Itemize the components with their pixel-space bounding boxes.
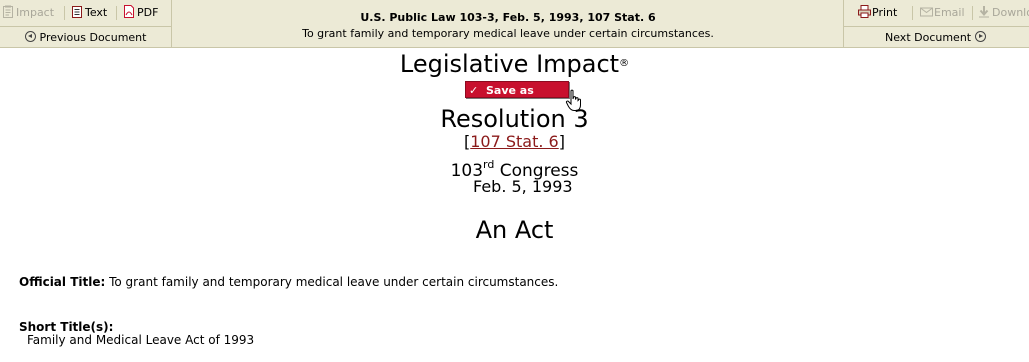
text-document-icon [71,5,83,18]
email-label: Email [934,6,965,19]
official-title: Official Title: To grant family and temp… [19,275,558,290]
download-icon [978,5,990,18]
previous-document-link[interactable]: Previous Document [25,31,146,45]
download-label: Downlo [992,6,1029,19]
print-button[interactable]: Print [858,5,897,21]
action-buttons-row: Print Email Downlo [844,0,1029,27]
toolbar-left-panel: Impact Text PDF Previous Document [0,0,172,48]
page-title-text: Legislative Impact [399,50,620,78]
document-toolbar: Impact Text PDF Previous Document U.S. P… [0,0,1029,48]
registered-mark: ® [619,58,630,69]
save-as-alert-button[interactable]: ✓ Save as Alert [465,81,569,114]
text-label: Text [85,6,108,19]
print-label: Print [872,6,898,19]
toolbar-divider [116,6,117,20]
email-button[interactable]: Email [920,5,965,21]
pdf-button[interactable]: PDF [123,5,158,21]
page-title: Legislative Impact® [0,49,1029,79]
pdf-icon [123,5,135,18]
arrow-right-icon [974,31,986,42]
congress-ordinal: rd [483,158,495,171]
impact-icon [2,5,14,18]
toolbar-divider [972,6,973,20]
impact-label: Impact [16,6,55,19]
export-buttons-row: Impact Text PDF [0,0,171,27]
official-title-value: To grant family and temporary medical le… [105,275,559,289]
resolution-title: Resolution 3 [440,105,589,133]
short-titles-label: Short Title(s): [19,320,114,334]
download-button[interactable]: Downlo [978,5,1029,21]
act-heading: An Act [475,216,554,244]
next-document-link[interactable]: Next Document [885,31,986,45]
toolbar-divider [912,6,913,20]
impact-button[interactable]: Impact [2,5,54,21]
short-title-value: Family and Medical Leave Act of 1993 [27,333,255,347]
official-title-label: Official Title: [19,275,106,289]
toolbar-divider [64,6,65,20]
next-document-label: Next Document [885,31,972,44]
envelope-icon [920,5,933,18]
printer-icon [858,5,871,18]
previous-document-label: Previous Document [39,31,147,44]
statute-link[interactable]: 107 Stat. 6 [470,132,558,151]
document-citation: U.S. Public Law 103-3, Feb. 5, 1993, 107… [360,11,656,24]
arrow-left-icon [25,31,36,42]
statute-citation: [107 Stat. 6] [0,132,1029,152]
checkmark-icon: ✓ [469,84,479,97]
text-button[interactable]: Text [71,5,107,21]
pdf-label: PDF [137,6,159,19]
document-description: To grant family and temporary medical le… [302,27,714,40]
toolbar-right-panel: Print Email Downlo Next Document [843,0,1029,48]
enactment-date: Feb. 5, 1993 [473,177,573,196]
next-row: Next Document [844,28,1029,48]
document-header: U.S. Public Law 103-3, Feb. 5, 1993, 107… [173,0,843,48]
previous-row: Previous Document [0,28,171,48]
bracket-close: ] [558,132,565,151]
